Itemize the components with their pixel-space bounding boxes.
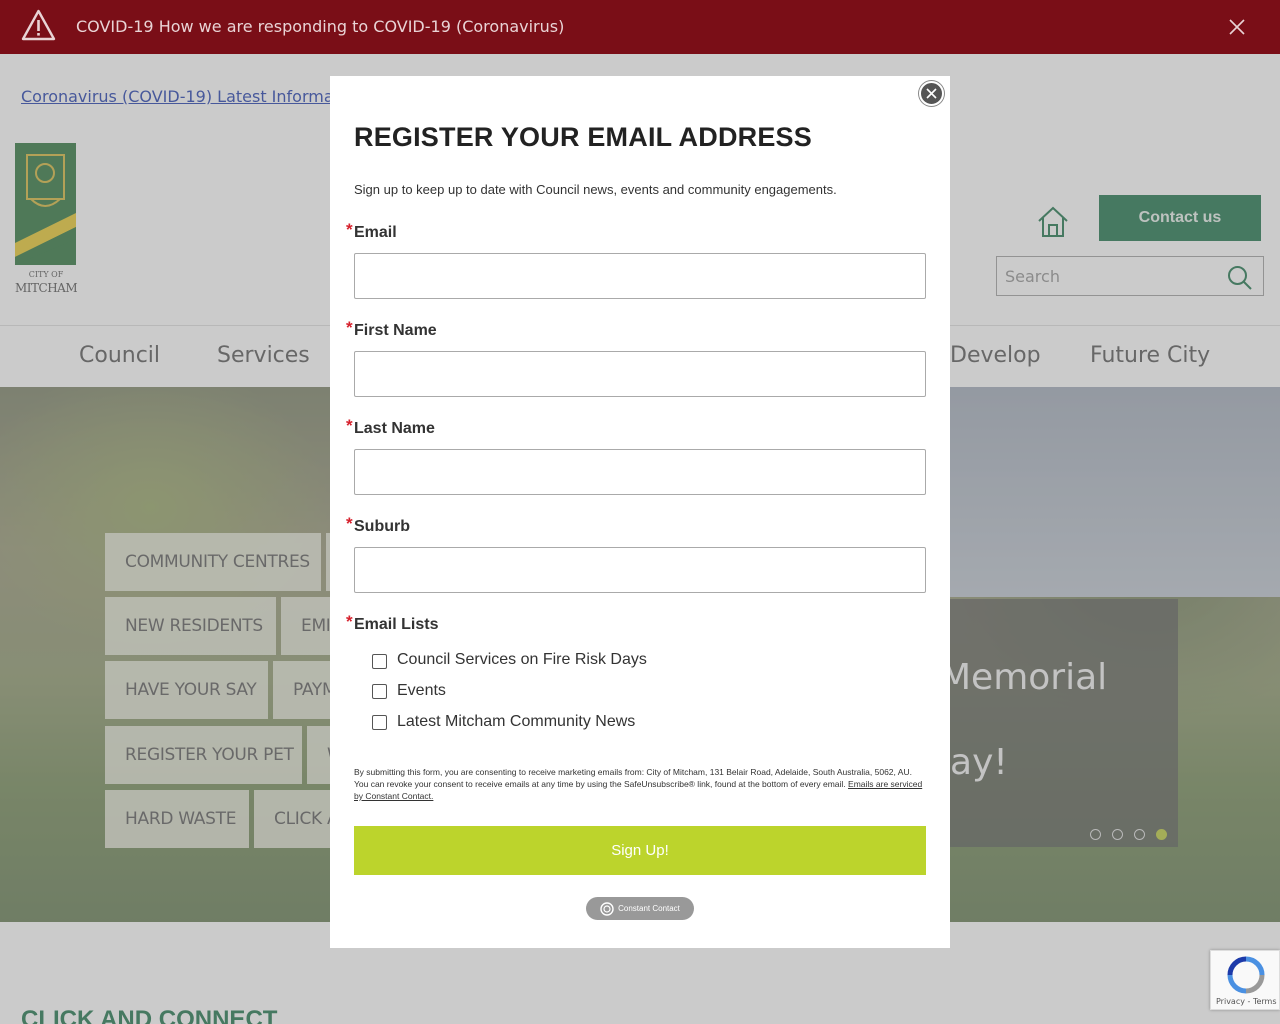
required-mark: * [346, 612, 353, 631]
required-mark: * [346, 220, 353, 239]
constant-contact-badge[interactable]: Constant Contact [586, 897, 694, 920]
last-name-field[interactable] [354, 449, 926, 495]
warning-icon [21, 9, 56, 41]
modal-title: REGISTER YOUR EMAIL ADDRESS [354, 122, 812, 152]
checkbox-fire-risk-days[interactable] [372, 654, 387, 669]
first-name-field[interactable] [354, 351, 926, 397]
email-label: * Email [346, 220, 397, 241]
required-mark: * [346, 318, 353, 337]
checkbox-label: Council Services on Fire Risk Days [397, 651, 647, 668]
email-field[interactable] [354, 253, 926, 299]
alert-text[interactable]: COVID-19 How we are responding to COVID-… [76, 17, 564, 36]
suburb-field[interactable] [354, 547, 926, 593]
recaptcha-badge[interactable]: Privacy - Terms [1210, 950, 1280, 1010]
recaptcha-terms[interactable]: Privacy - Terms [1216, 997, 1277, 1006]
recaptcha-icon [1227, 956, 1265, 994]
checkbox-events[interactable] [372, 684, 387, 699]
required-mark: * [346, 416, 353, 435]
covid-alert-bar: COVID-19 How we are responding to COVID-… [0, 0, 1280, 54]
modal-description: Sign up to keep up to date with Council … [354, 182, 837, 197]
first-name-label: * First Name [346, 318, 437, 339]
email-signup-modal: REGISTER YOUR EMAIL ADDRESS Sign up to k… [330, 76, 950, 948]
last-name-label: * Last Name [346, 416, 435, 437]
email-lists-label: * Email Lists [346, 612, 439, 633]
close-icon[interactable] [1228, 18, 1246, 36]
constant-contact-icon [600, 901, 614, 916]
suburb-label: * Suburb [346, 514, 410, 535]
checkbox-label: Latest Mitcham Community News [397, 713, 636, 730]
consent-text: By submitting this form, you are consent… [354, 767, 923, 801]
checkbox-community-news[interactable] [372, 715, 387, 730]
modal-close-button[interactable] [919, 81, 944, 106]
close-icon [926, 88, 937, 99]
required-mark: * [346, 514, 353, 533]
checkbox-label: Events [397, 682, 446, 699]
sign-up-button[interactable]: Sign Up! [354, 826, 926, 875]
